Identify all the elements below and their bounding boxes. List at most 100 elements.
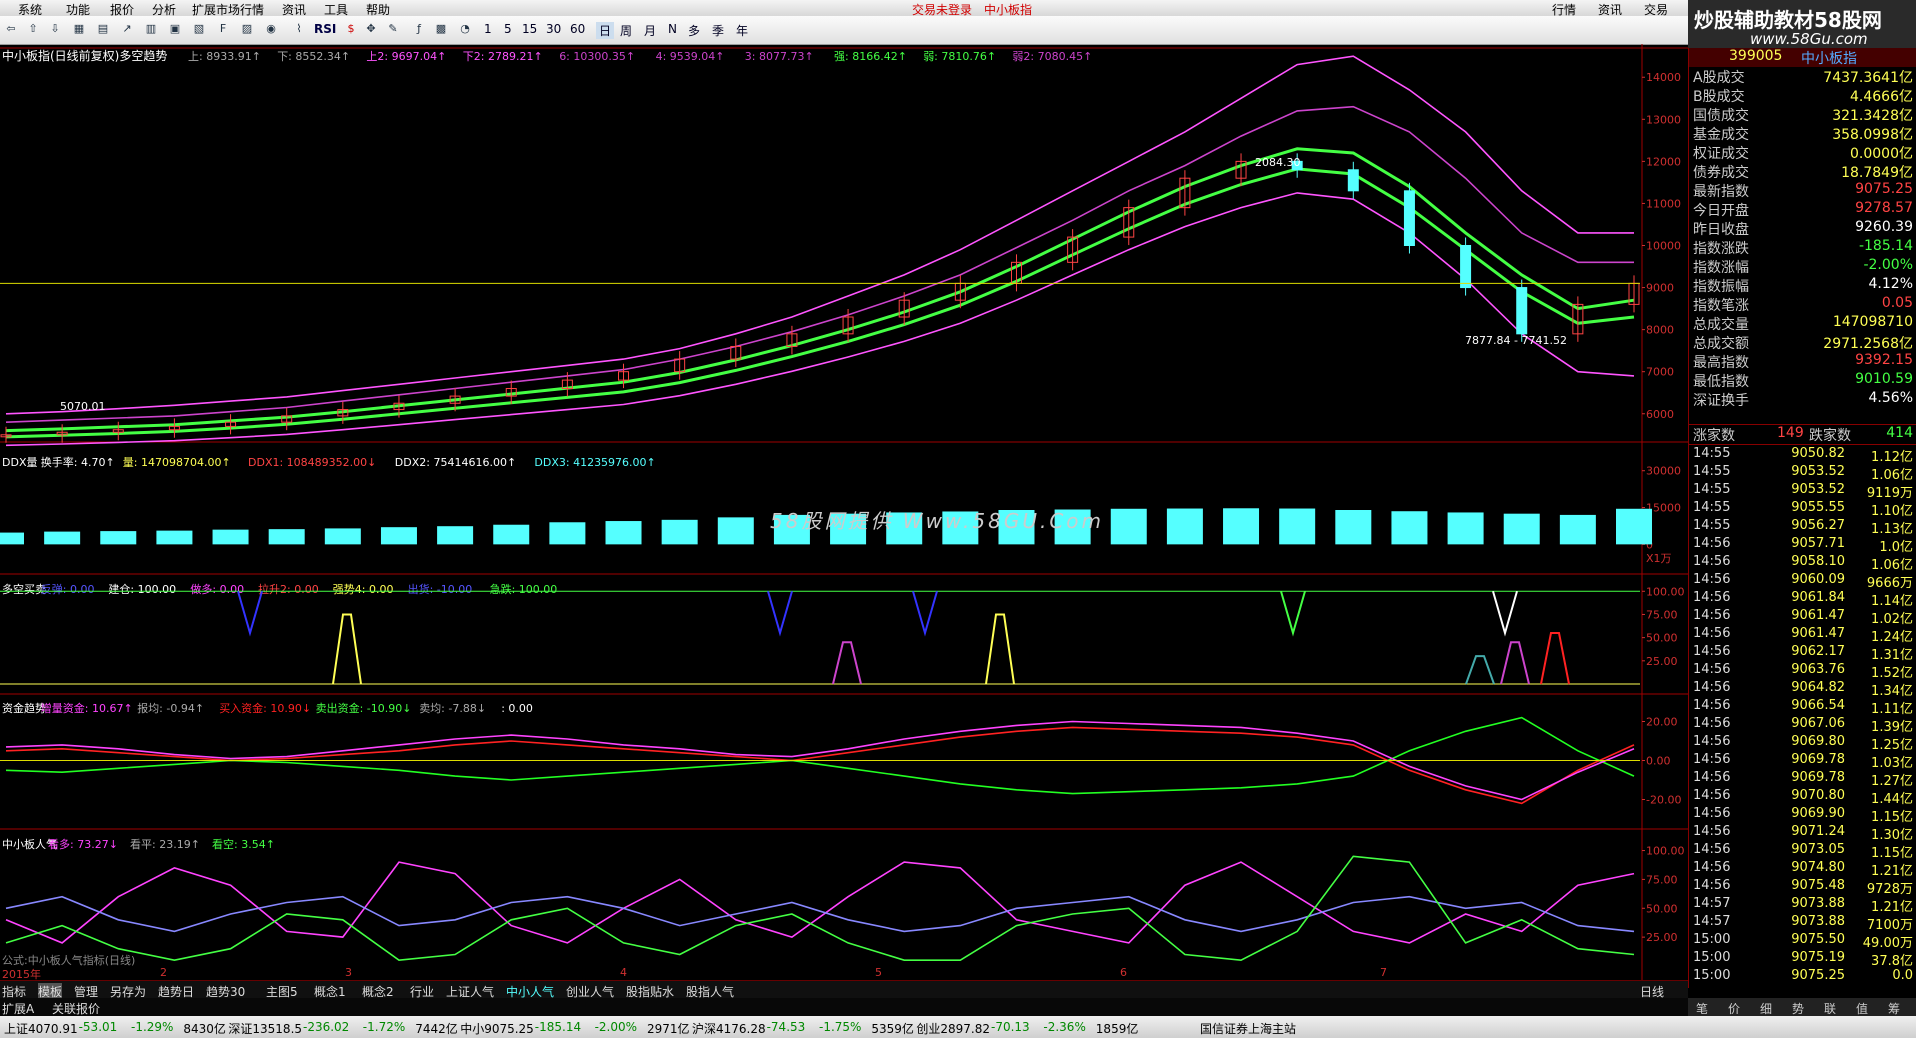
period-week[interactable]: 周	[620, 22, 632, 39]
indicator-value: 6: 10300.35↑	[559, 50, 635, 63]
tick-price: 9055.55	[1791, 500, 1845, 515]
y-tick-label: 11000	[1646, 197, 1681, 210]
info-label: 今日开盘	[1693, 203, 1749, 219]
dollar-icon[interactable]: $	[342, 20, 360, 38]
tick-volume: 1.52亿	[1871, 666, 1913, 681]
indicator-value: 看平: 23.19↑	[130, 837, 200, 851]
back-icon[interactable]: ⇦	[2, 20, 20, 38]
market-ticker-segment: 上证4070.91	[4, 1022, 78, 1036]
side-tab[interactable]: 笔	[1696, 1000, 1708, 1017]
buy-signal	[1465, 655, 1495, 685]
period-multi[interactable]: 多	[688, 22, 700, 39]
pencil-icon[interactable]: ✎	[384, 20, 402, 38]
chart-svg[interactable]: 中小板指(日线前复权)多空趋势 上: 8933.91↑ 下: 8552.34↑ 上2:…	[0, 44, 1688, 988]
side-tab[interactable]: 细	[1760, 1000, 1772, 1017]
tick-time: 15:00	[1693, 968, 1731, 983]
tick-row: 14:56 9057.71 1.0亿	[1689, 536, 1916, 555]
volume-bar	[100, 531, 137, 545]
period-60[interactable]: 60	[570, 22, 585, 36]
rsi-button[interactable]: RSI	[314, 22, 336, 36]
volume-bar	[212, 529, 249, 545]
tick-row: 14:55 9053.52 9119万	[1689, 482, 1916, 501]
indicator-value: 上: 8933.91↑	[188, 50, 261, 63]
indicator-value: 出货: -10.00	[408, 582, 473, 596]
side-tab[interactable]: 联	[1824, 1000, 1836, 1017]
period-n[interactable]: N	[668, 22, 677, 36]
market-ticker-segment: -1.75%	[819, 1020, 862, 1034]
period-30[interactable]: 30	[546, 22, 561, 36]
tick-time: 14:56	[1693, 536, 1731, 551]
tick-volume: 1.27亿	[1871, 774, 1913, 789]
compare-icon[interactable]: ▨	[238, 20, 256, 38]
window-icon[interactable]: ▣	[166, 20, 184, 38]
grid-icon[interactable]: ▦	[70, 20, 88, 38]
info-label: B股成交	[1693, 89, 1745, 105]
tick-row: 14:56 9069.80 1.25亿	[1689, 734, 1916, 753]
up-icon[interactable]: ⇧	[24, 20, 42, 38]
info-value: 2971.2568亿	[1823, 336, 1913, 352]
extended-tab[interactable]: 关联报价	[52, 1000, 100, 1017]
unit-label: X1万	[1646, 552, 1672, 565]
info-value: 9260.39	[1855, 219, 1913, 235]
buy-signal	[1500, 641, 1530, 685]
timeline-label: 5	[875, 966, 882, 979]
tick-volume: 1.0亿	[1879, 540, 1913, 555]
gauge-icon[interactable]: ◔	[456, 20, 474, 38]
volume-bar	[156, 530, 193, 545]
volume-bar	[1110, 508, 1147, 545]
period-15[interactable]: 15	[522, 22, 537, 36]
start-annotation: 5070.01	[60, 400, 106, 413]
indicator-value: 下: 8552.34↑	[277, 50, 350, 63]
period-5[interactable]: 5	[504, 22, 512, 36]
period-year[interactable]: 年	[736, 22, 748, 39]
indicator-value: 卖均: -7.88↓	[419, 702, 486, 715]
down-icon[interactable]: ⇩	[46, 20, 64, 38]
period-season[interactable]: 季	[712, 22, 724, 39]
table-icon[interactable]: ▤	[94, 20, 112, 38]
volume-bar	[324, 528, 361, 545]
f10-icon[interactable]: F	[214, 20, 232, 38]
sell-signal	[1492, 590, 1518, 637]
indicator-value: 强势4: 0.00	[333, 583, 394, 596]
period-month[interactable]: 月	[644, 22, 656, 39]
tick-row: 14:56 9067.06 1.39亿	[1689, 716, 1916, 735]
side-tab[interactable]: 势	[1792, 1000, 1804, 1017]
indicator-value: 量: 147098704.00↑	[123, 456, 231, 469]
chart-area[interactable]: 中小板指(日线前复权)多空趋势 上: 8933.91↑ 下: 8552.34↑ 上2:…	[0, 44, 1688, 988]
tick-row: 14:56 9073.05 1.15亿	[1689, 842, 1916, 861]
tick-row: 15:00 9075.19 37.8亿	[1689, 950, 1916, 969]
indicator-value: DDX量	[2, 456, 37, 469]
info-label: A股成交	[1693, 70, 1745, 86]
indicator-value: 多空买卖	[2, 582, 46, 596]
tick-price: 9075.19	[1791, 950, 1845, 965]
monitor-icon[interactable]: ◉	[262, 20, 280, 38]
crosshair-icon[interactable]: ✥	[362, 20, 380, 38]
candle-icon[interactable]: ▥	[142, 20, 160, 38]
extended-tab[interactable]: 扩展A	[2, 1000, 34, 1017]
image-icon[interactable]: ▩	[432, 20, 450, 38]
period-1[interactable]: 1	[484, 22, 492, 36]
server-name: 国信证券上海主站	[1200, 1022, 1297, 1036]
tick-row: 14:55 9053.52 1.06亿	[1689, 464, 1916, 483]
side-tab[interactable]: 筹	[1888, 1000, 1900, 1017]
volume-bar	[1279, 508, 1316, 545]
line-chart-icon[interactable]: ↗	[118, 20, 136, 38]
side-tab[interactable]: 价	[1728, 1000, 1740, 1017]
info-value: 18.7849亿	[1841, 165, 1913, 181]
indicator-value: : 0.00	[501, 702, 533, 715]
info-label: 国债成交	[1693, 108, 1749, 124]
tick-volume: 49.00万	[1862, 936, 1913, 951]
side-tab[interactable]: 值	[1856, 1000, 1868, 1017]
formula-icon[interactable]: ƒ	[410, 20, 428, 38]
sell-signal	[912, 590, 938, 637]
info-value: 358.0998亿	[1832, 127, 1913, 143]
volume-bar	[44, 531, 81, 545]
tick-row: 14:56 9070.80 1.44亿	[1689, 788, 1916, 807]
report-icon[interactable]: ▧	[190, 20, 208, 38]
tick-row: 14:56 9069.90 1.15亿	[1689, 806, 1916, 825]
chart-icon[interactable]: ⌇	[290, 20, 308, 38]
tick-price: 9050.82	[1791, 446, 1845, 461]
tick-price: 9075.25	[1791, 968, 1845, 983]
tick-volume: 1.15亿	[1871, 810, 1913, 825]
period-day[interactable]: 日	[596, 22, 615, 39]
